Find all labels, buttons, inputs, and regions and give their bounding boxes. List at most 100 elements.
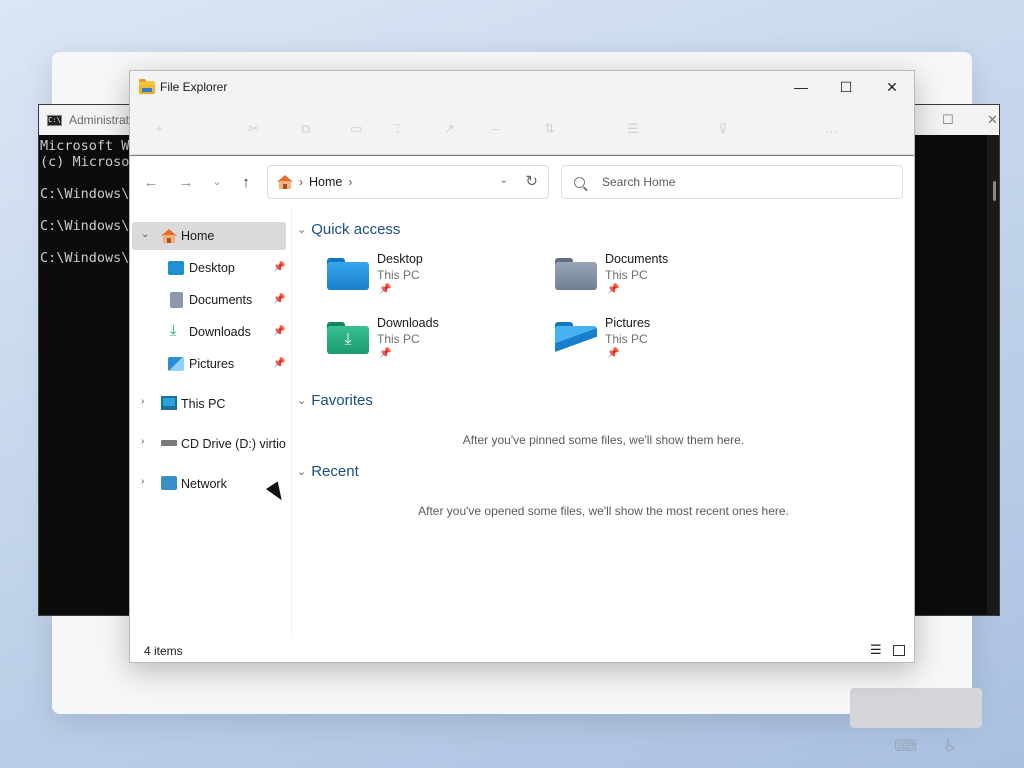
navigation-pane: ⌄ Home Desktop 📌 Documents 📌 ⤓ Downloads… bbox=[130, 208, 292, 638]
chevron-right-icon[interactable]: › bbox=[141, 396, 144, 407]
copy-icon[interactable]: ⧉ bbox=[301, 121, 310, 137]
breadcrumb-home[interactable]: Home bbox=[309, 175, 342, 189]
cmd-scroll-thumb[interactable] bbox=[993, 181, 996, 201]
item-location: This PC bbox=[377, 332, 420, 346]
sidebar-item-network[interactable]: › Network bbox=[132, 470, 286, 498]
pin-icon: 📌 bbox=[607, 348, 620, 359]
sidebar-item-desktop[interactable]: Desktop 📌 bbox=[132, 254, 286, 282]
quick-access-item-downloads[interactable]: ⤓ Downloads This PC 📌 bbox=[327, 316, 547, 372]
item-count: 4 items bbox=[144, 644, 183, 658]
recent-header[interactable]: ⌄ Recent bbox=[297, 463, 359, 480]
item-location: This PC bbox=[605, 268, 648, 282]
sidebar-item-downloads[interactable]: ⤓ Downloads 📌 bbox=[132, 318, 286, 346]
item-name: Pictures bbox=[605, 316, 651, 330]
cd-drive-icon bbox=[161, 440, 177, 446]
background-dialog-button[interactable] bbox=[850, 688, 982, 728]
breadcrumb-separator[interactable]: › bbox=[348, 175, 352, 189]
more-options-icon[interactable]: … bbox=[825, 121, 838, 136]
maximize-button[interactable]: ☐ bbox=[823, 71, 869, 103]
chevron-down-icon[interactable]: ⌄ bbox=[141, 229, 149, 240]
pin-icon[interactable]: 📌 bbox=[273, 294, 285, 305]
keyboard-icon[interactable]: ⌨ bbox=[894, 736, 917, 756]
quick-access-item-documents[interactable]: Documents This PC 📌 bbox=[555, 252, 775, 308]
desktop-folder-icon bbox=[327, 256, 369, 290]
pin-icon[interactable]: 📌 bbox=[273, 358, 285, 369]
chevron-down-icon[interactable]: ⌄ bbox=[500, 175, 508, 186]
accessibility-icon[interactable]: ♿ bbox=[943, 736, 957, 756]
documents-folder-icon bbox=[555, 256, 597, 290]
cmd-maximize-icon[interactable]: ☐ bbox=[942, 112, 954, 128]
filter-icon[interactable]: ⊽ bbox=[718, 121, 728, 137]
window-title: File Explorer bbox=[160, 80, 228, 94]
new-icon[interactable]: + bbox=[155, 121, 163, 136]
sidebar-item-documents[interactable]: Documents 📌 bbox=[132, 286, 286, 314]
sidebar-item-home[interactable]: ⌄ Home bbox=[132, 222, 286, 250]
up-button[interactable]: ↑ bbox=[232, 169, 260, 195]
quick-access-header[interactable]: ⌄ Quick access bbox=[297, 221, 400, 238]
downloads-folder-icon: ⤓ bbox=[327, 320, 369, 354]
favorites-header[interactable]: ⌄ Favorites bbox=[297, 392, 373, 409]
item-name: Downloads bbox=[377, 316, 439, 330]
chevron-down-icon[interactable]: ⌄ bbox=[297, 465, 306, 478]
status-bar: 4 items ☰ bbox=[130, 638, 914, 664]
view-icon[interactable]: ☰ bbox=[627, 121, 639, 137]
recent-locations-button[interactable]: ⌄ bbox=[203, 169, 231, 195]
downloads-icon: ⤓ bbox=[170, 322, 177, 339]
item-location: This PC bbox=[377, 268, 420, 282]
forward-button[interactable]: → bbox=[172, 169, 200, 195]
desktop-icon bbox=[168, 261, 184, 275]
cmd-scrollbar[interactable] bbox=[987, 135, 999, 615]
item-location: This PC bbox=[605, 332, 648, 346]
address-bar[interactable]: › Home › ⌄ ↻ bbox=[267, 165, 549, 199]
quick-access-item-desktop[interactable]: Desktop This PC 📌 bbox=[327, 252, 547, 308]
close-button[interactable]: ✕ bbox=[869, 71, 915, 103]
sidebar-item-this-pc[interactable]: › This PC bbox=[132, 390, 286, 418]
pictures-folder-icon bbox=[555, 320, 597, 354]
pin-icon: 📌 bbox=[379, 284, 392, 295]
minimize-button[interactable]: — bbox=[778, 71, 824, 103]
rename-icon[interactable]: ⌶ bbox=[394, 121, 402, 137]
chevron-right-icon[interactable]: › bbox=[141, 436, 144, 447]
home-icon bbox=[161, 229, 177, 243]
documents-icon bbox=[170, 292, 183, 308]
breadcrumb-separator[interactable]: › bbox=[299, 175, 303, 189]
favorites-empty-message: After you've pinned some files, we'll sh… bbox=[462, 433, 745, 447]
section-title: Quick access bbox=[311, 221, 401, 238]
sort-icon[interactable]: ⇅ bbox=[544, 121, 555, 137]
paste-icon[interactable]: ▭ bbox=[350, 121, 362, 137]
cut-icon[interactable]: ✂ bbox=[248, 121, 259, 137]
cmd-icon: C:\ bbox=[47, 114, 62, 126]
chevron-down-icon[interactable]: ⌄ bbox=[297, 394, 306, 407]
back-button[interactable]: ← bbox=[137, 169, 165, 195]
pictures-icon bbox=[168, 357, 184, 371]
chevron-down-icon[interactable]: ⌄ bbox=[297, 223, 306, 236]
sidebar-item-pictures[interactable]: Pictures 📌 bbox=[132, 350, 286, 378]
sidebar-item-cd-drive[interactable]: › CD Drive (D:) virtio-win bbox=[132, 430, 286, 458]
delete-icon[interactable]: – bbox=[492, 121, 499, 136]
sidebar-item-label: This PC bbox=[181, 397, 226, 411]
cmd-close-icon[interactable]: ✕ bbox=[987, 112, 998, 128]
explorer-titlebar[interactable]: File Explorer — ☐ ✕ bbox=[130, 71, 914, 103]
chevron-right-icon[interactable]: › bbox=[141, 476, 144, 487]
home-icon bbox=[277, 175, 293, 189]
this-pc-icon bbox=[161, 396, 177, 410]
item-name: Documents bbox=[605, 252, 669, 266]
sidebar-item-label: Desktop bbox=[189, 261, 235, 275]
pin-icon[interactable]: 📌 bbox=[273, 262, 285, 273]
item-name: Desktop bbox=[377, 252, 423, 266]
command-bar: + ✂ ⧉ ▭ ⌶ ↗ – ⇅ ☰ ⊽ … bbox=[130, 103, 914, 155]
main-content: ⌄ Quick access Desktop This PC 📌 Documen… bbox=[293, 208, 914, 638]
large-icons-view-icon[interactable] bbox=[893, 645, 905, 656]
sidebar-item-label: CD Drive (D:) virtio-win bbox=[181, 437, 286, 451]
pin-icon[interactable]: 📌 bbox=[273, 326, 285, 337]
refresh-icon[interactable]: ↻ bbox=[525, 172, 538, 190]
sidebar-item-label: Network bbox=[181, 477, 227, 491]
network-icon bbox=[161, 476, 177, 490]
search-icon bbox=[574, 176, 585, 188]
details-view-icon[interactable]: ☰ bbox=[870, 643, 886, 657]
search-input[interactable]: Search Home bbox=[561, 165, 903, 199]
sidebar-item-label: Pictures bbox=[189, 357, 235, 371]
quick-access-item-pictures[interactable]: Pictures This PC 📌 bbox=[555, 316, 775, 372]
share-icon[interactable]: ↗ bbox=[444, 121, 455, 137]
file-explorer-window[interactable]: File Explorer — ☐ ✕ + ✂ ⧉ ▭ ⌶ ↗ – ⇅ ☰ ⊽ … bbox=[129, 70, 915, 663]
